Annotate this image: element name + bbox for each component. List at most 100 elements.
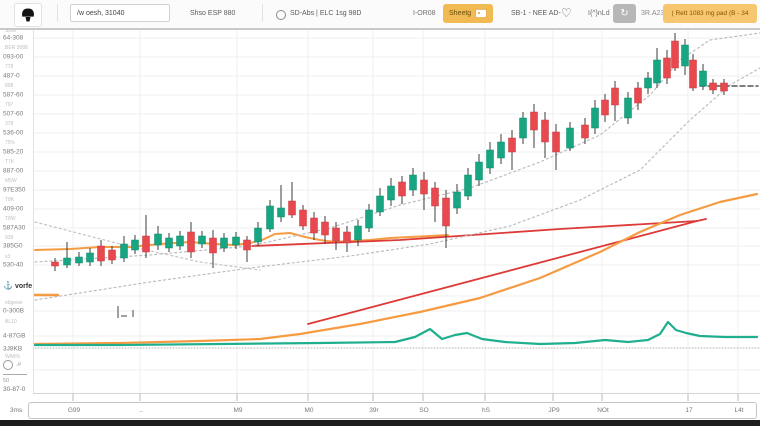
toolbar-separator (57, 4, 58, 22)
candle-body (487, 150, 494, 168)
price-label: 409-00 (3, 206, 23, 213)
price-minor-label: T8K (5, 197, 14, 203)
price-label: 887-00 (3, 168, 23, 175)
price-minor-label: T7K (5, 159, 14, 165)
candle-body (432, 188, 439, 206)
range-label[interactable]: SB-1 - NEE AD- (511, 0, 561, 26)
candle-body (355, 226, 362, 240)
candle-body (344, 232, 351, 243)
price-label: 507-60 (3, 111, 23, 118)
refresh-icon: ↻ (620, 8, 628, 19)
time-label: 39r (369, 407, 378, 414)
time-axis[interactable]: 3msG99..M9M039rSOhSJP9NOt17L4t (28, 402, 757, 419)
price-label: 487-0 (3, 73, 20, 80)
symbol-search-input[interactable]: /w oesh, 31040 (70, 4, 170, 22)
anchor-icon: ⚓ (3, 282, 13, 290)
cta-trial-button[interactable]: ( Rett 1083 mg pad (B - 34 (663, 4, 757, 23)
circle-icon[interactable] (276, 10, 286, 20)
price-minor-label: 938 (5, 235, 13, 241)
time-label: 17 (685, 407, 692, 414)
candle-body (682, 45, 689, 66)
price-label: 97E350 (3, 187, 25, 194)
price-axis[interactable]: 64-308093-00487-0587-60507-60536-00585-2… (0, 28, 34, 393)
candle-body (210, 238, 217, 253)
candle-body (592, 108, 599, 128)
price-label: 587-60 (3, 92, 23, 99)
candle-body (155, 234, 162, 245)
candle-body (553, 132, 560, 152)
time-label: M0 (304, 407, 313, 414)
candle-body (255, 228, 262, 242)
candle-body (520, 118, 527, 138)
candle-body (700, 71, 707, 86)
candle-body (221, 238, 228, 248)
candle-body (76, 257, 83, 263)
sheets-button-label: Sheetg (449, 10, 471, 17)
candle-body (410, 175, 417, 190)
snapshot-label: 3R.A23 (641, 0, 664, 26)
candle-body (267, 206, 274, 229)
symbol-search-value: /w oesh, 31040 (77, 10, 124, 17)
price-minor-label: 898 (5, 83, 13, 89)
footer-value-label: 30-87-0 (3, 386, 33, 393)
candle-body (602, 100, 609, 115)
candle-body (233, 237, 240, 245)
interval-compare-label[interactable]: SD-Abs | ELC 1sg 98D (290, 0, 361, 26)
price-label: 64-308 (3, 35, 23, 42)
heart-icon[interactable]: ♡ (561, 5, 572, 21)
chart-bottom-border (33, 393, 760, 394)
candle-body (278, 208, 285, 217)
candle-body (498, 142, 505, 158)
indicator-name-label: vorfe (15, 283, 32, 290)
candle-body (52, 262, 59, 266)
price-minor-label: 75% (5, 140, 15, 146)
candle-body (721, 83, 728, 91)
candle-body (567, 128, 574, 148)
toolbar-separator (262, 4, 263, 22)
candle-body (199, 236, 206, 244)
bottom-bar (0, 420, 760, 426)
candle-body (87, 253, 94, 262)
indicator-value-label: 0-300B (3, 308, 24, 315)
candle-body (664, 58, 671, 78)
candle-body (166, 238, 173, 248)
candle-body (109, 250, 116, 260)
app-logo[interactable] (14, 3, 42, 27)
cta-button-label: ( Rett 1083 mg pad (B - 34 (672, 10, 749, 17)
candle-body (64, 258, 71, 265)
price-minor-label: 778 (5, 64, 13, 70)
indicator-legend[interactable]: ⚓ vorfe (3, 282, 33, 290)
candle-body (672, 41, 679, 68)
footer-tools: .# 50 30-87-0 (3, 360, 33, 393)
price-minor-label: T8W (5, 216, 16, 222)
indicator-value-label: 4-87GB (3, 333, 25, 340)
candle-body (377, 196, 384, 212)
candle-body (188, 232, 195, 252)
candle-body (98, 246, 105, 261)
alerts-label[interactable]: I{^}nLd (588, 0, 610, 26)
candle-body (690, 60, 697, 88)
mushroom-logo-icon (19, 6, 37, 24)
time-label: G99 (68, 407, 80, 414)
candle-body (333, 228, 340, 241)
time-label: JP9 (548, 407, 559, 414)
snapshot-button[interactable]: ↻ (613, 4, 636, 23)
sheets-button[interactable]: Sheetg (443, 4, 493, 23)
ma-orange-line (35, 233, 448, 250)
price-label: 530-40 (3, 262, 23, 269)
candle-body (399, 182, 406, 196)
price-label: 093-00 (3, 54, 23, 61)
candle-body (625, 98, 632, 118)
candle-body (322, 222, 329, 235)
loop-icon[interactable] (3, 360, 13, 370)
candle-body (509, 138, 516, 152)
time-label: NOt (597, 407, 609, 414)
candle-body (465, 175, 472, 196)
image-icon (475, 9, 487, 18)
ohlc-readout-label: I-OR08 (413, 0, 436, 26)
symbol-name-label[interactable]: Shso ESP 880 (190, 0, 235, 26)
price-minor-label: BER 3088 (5, 45, 28, 51)
candle-body (388, 186, 395, 200)
time-label: M9 (233, 407, 242, 414)
price-chart-canvas[interactable] (0, 0, 760, 402)
